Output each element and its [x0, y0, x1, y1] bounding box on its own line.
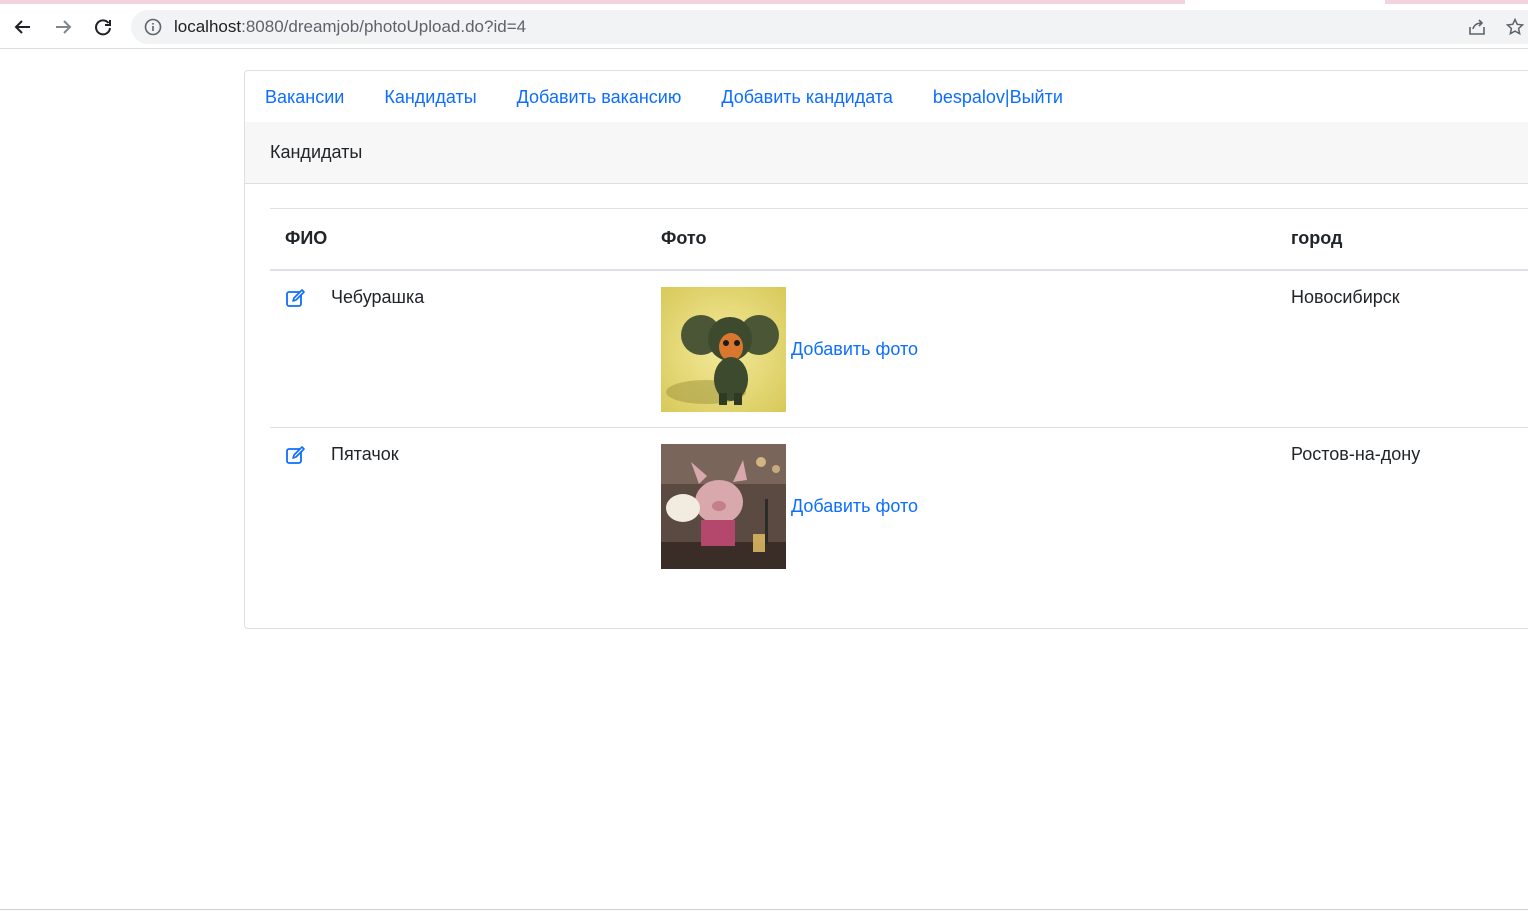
candidate-photo — [661, 443, 786, 569]
bookmark-star-icon[interactable] — [1505, 17, 1525, 37]
reload-button[interactable] — [86, 10, 120, 44]
add-photo-link[interactable]: Добавить фото — [791, 339, 918, 360]
card-header: Кандидаты — [245, 122, 1528, 184]
arrow-left-icon — [14, 20, 30, 34]
candidate-city: Ростов-на-дону — [1291, 443, 1421, 464]
table-row: Пятачок Добавить фото Ростов-на-дону — [270, 427, 1528, 584]
table-header-row: ФИО Фото город — [270, 208, 1528, 270]
column-header-city: город — [1291, 228, 1343, 249]
info-icon[interactable] — [144, 18, 162, 36]
nav-add-candidate-link[interactable]: Добавить кандидата — [721, 87, 893, 108]
window-bottom-border — [0, 909, 1528, 910]
add-photo-link[interactable]: Добавить фото — [791, 496, 918, 517]
column-header-name: ФИО — [285, 228, 328, 249]
column-header-photo: Фото — [661, 228, 707, 249]
nav-logout-link[interactable]: bespalov|Выйти — [933, 87, 1063, 108]
edit-icon[interactable] — [285, 444, 307, 466]
browser-toolbar: localhost:8080/dreamjob/photoUpload.do?i… — [0, 4, 1528, 49]
edit-icon[interactable] — [285, 287, 307, 309]
share-icon[interactable] — [1467, 18, 1487, 36]
arrow-right-icon — [56, 20, 72, 34]
back-button[interactable] — [6, 10, 40, 44]
table-row: Чебурашка Добавить фото Новосибирск — [270, 270, 1528, 427]
forward-button[interactable] — [46, 10, 80, 44]
candidates-table-wrapper: ФИО Фото город Чебурашка Добавить фото Н… — [270, 208, 1528, 584]
candidate-photo — [661, 286, 786, 412]
candidate-name: Чебурашка — [331, 287, 425, 307]
candidate-name: Пятачок — [331, 444, 399, 464]
nav-vacancies-link[interactable]: Вакансии — [265, 87, 344, 108]
reload-icon — [95, 19, 111, 36]
candidate-city: Новосибирск — [1291, 286, 1400, 307]
main-card: Вакансии Кандидаты Добавить вакансию Доб… — [244, 70, 1528, 629]
url-text: localhost:8080/dreamjob/photoUpload.do?i… — [174, 17, 527, 36]
card-title: Кандидаты — [270, 142, 363, 162]
top-navigation: Вакансии Кандидаты Добавить вакансию Доб… — [245, 71, 1528, 123]
nav-candidates-link[interactable]: Кандидаты — [384, 87, 476, 108]
nav-add-vacancy-link[interactable]: Добавить вакансию — [517, 87, 682, 108]
address-bar[interactable]: localhost:8080/dreamjob/photoUpload.do?i… — [131, 10, 1528, 44]
candidates-table: ФИО Фото город Чебурашка Добавить фото Н… — [270, 208, 1528, 584]
